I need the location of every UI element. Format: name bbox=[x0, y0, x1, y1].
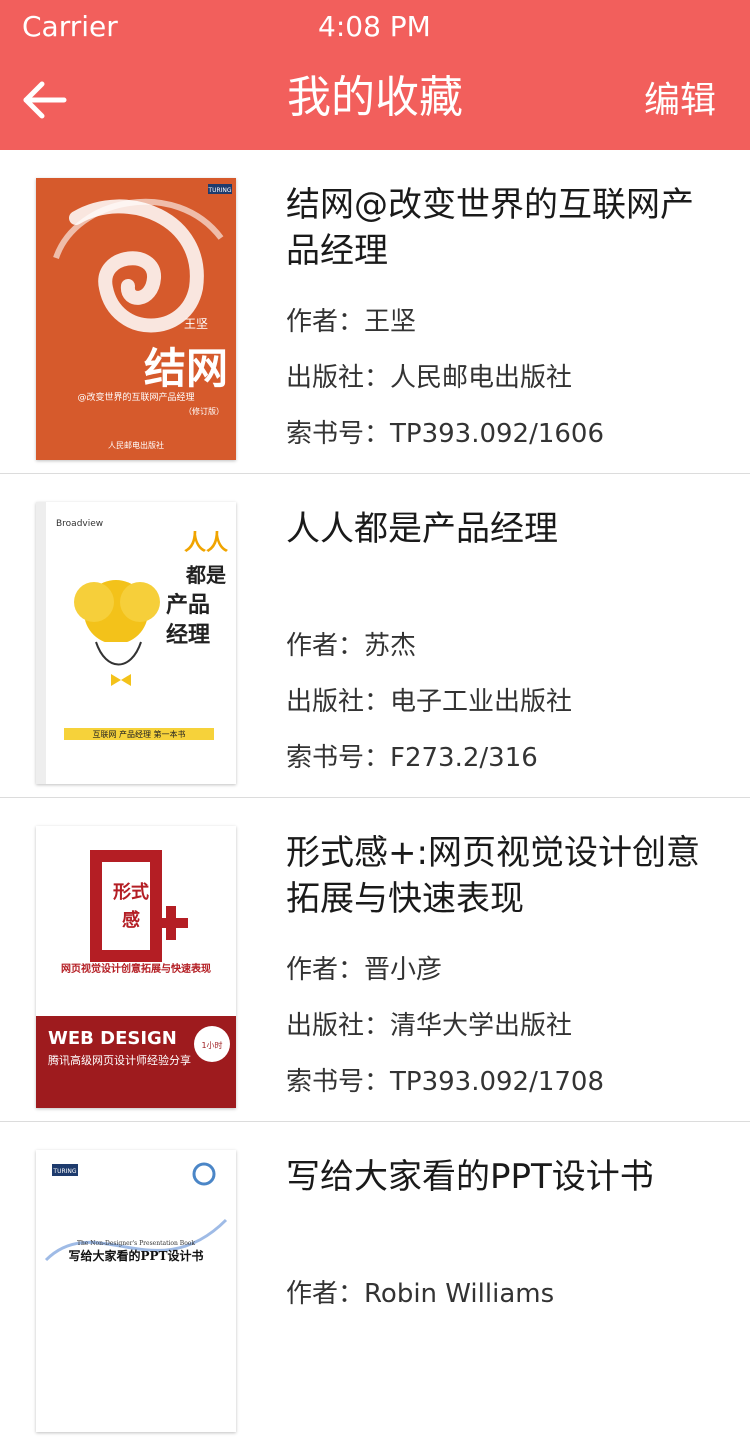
svg-text:产品: 产品 bbox=[166, 593, 210, 618]
status-time: 4:08 PM bbox=[318, 10, 431, 43]
cover-publisher-logo: Broadview bbox=[56, 519, 103, 529]
book-author: 作者：Robin Williams bbox=[286, 1279, 555, 1309]
book-publisher: 出版社：清华大学出版社 bbox=[286, 1011, 573, 1041]
book-cover[interactable]: Broadview 人人 都是 产品 经理 互联网 产品经理 第一本书 bbox=[36, 502, 236, 784]
cover-subtitle: @改变世界的互联网产品经理 bbox=[77, 391, 194, 403]
book-info: 人人都是产品经理 作者：苏杰 出版社：电子工业出版社 索书号：F273.2/31… bbox=[286, 506, 716, 786]
cover-english-title: The Non-Designer's Presentation Book bbox=[77, 1240, 195, 1247]
svg-text:人人: 人人 bbox=[184, 531, 228, 556]
cover-author: 王坚 bbox=[184, 317, 208, 331]
book-title: 结网@改变世界的互联网产品经理 bbox=[286, 185, 694, 271]
cover-publisher-logo: TURING bbox=[52, 1168, 76, 1175]
svg-text:形式: 形式 bbox=[113, 881, 149, 903]
book-cover[interactable]: 形式 感 网页视觉设计创意拓展与快速表现 WEB DESIGN 腾讯高级网页设计… bbox=[36, 826, 236, 1108]
book-call-number: 索书号：TP393.092/1708 bbox=[286, 1067, 605, 1097]
cover-web-design: WEB DESIGN bbox=[48, 1028, 177, 1049]
book-cover[interactable]: TURING The Non-Designer's Presentation B… bbox=[36, 1150, 236, 1432]
nav-bar: Carrier 4:08 PM 我的收藏 编辑 bbox=[0, 0, 750, 150]
book-publisher: 出版社：电子工业出版社 bbox=[286, 687, 573, 717]
book-call-number: 索书号：TP393.092/1606 bbox=[286, 419, 605, 449]
edit-button[interactable]: 编辑 bbox=[644, 76, 716, 126]
book-info: 写给大家看的PPT设计书 作者：Robin Williams bbox=[286, 1154, 716, 1322]
list-item[interactable]: 形式 感 网页视觉设计创意拓展与快速表现 WEB DESIGN 腾讯高级网页设计… bbox=[0, 798, 750, 1122]
cover-subtitle: 网页视觉设计创意拓展与快速表现 bbox=[61, 962, 211, 975]
status-bar: Carrier 4:08 PM bbox=[0, 6, 750, 46]
book-info: 形式感+:网页视觉设计创意拓展与快速表现 作者：晋小彦 出版社：清华大学出版社 … bbox=[286, 830, 716, 1110]
cover-edition: （修订版） bbox=[184, 406, 224, 416]
book-title: 人人都是产品经理 bbox=[286, 509, 558, 549]
book-cover[interactable]: TURING 王坚 结网 @改变世界的互联网产品经理 （修订版） 人民邮电出版社 bbox=[36, 178, 236, 460]
list-item[interactable]: TURING 王坚 结网 @改变世界的互联网产品经理 （修订版） 人民邮电出版社… bbox=[0, 150, 750, 474]
favorites-list: TURING 王坚 结网 @改变世界的互联网产品经理 （修订版） 人民邮电出版社… bbox=[0, 150, 750, 1446]
book-title: 写给大家看的PPT设计书 bbox=[286, 1157, 654, 1197]
cover-big-title: 结网 bbox=[144, 344, 228, 393]
book-info: 结网@改变世界的互联网产品经理 作者：王坚 出版社：人民邮电出版社 索书号：TP… bbox=[286, 182, 716, 462]
svg-text:感: 感 bbox=[122, 909, 140, 931]
page-title: 我的收藏 bbox=[287, 72, 463, 123]
list-item[interactable]: TURING The Non-Designer's Presentation B… bbox=[0, 1122, 750, 1446]
svg-text:1小时: 1小时 bbox=[201, 1040, 222, 1050]
svg-text:都是: 都是 bbox=[185, 563, 226, 587]
cover-web-sub: 腾讯高级网页设计师经验分享 bbox=[48, 1053, 191, 1067]
list-item[interactable]: Broadview 人人 都是 产品 经理 互联网 产品经理 第一本书 人人都是… bbox=[0, 474, 750, 798]
book-publisher: 出版社：人民邮电出版社 bbox=[286, 363, 573, 393]
book-author: 作者：晋小彦 bbox=[286, 955, 443, 985]
book-title: 形式感+:网页视觉设计创意拓展与快速表现 bbox=[286, 833, 700, 919]
carrier-label: Carrier bbox=[22, 10, 118, 43]
cover-press: 人民邮电出版社 bbox=[108, 440, 164, 450]
book-author: 作者：王坚 bbox=[286, 307, 417, 337]
book-call-number: 索书号：F273.2/316 bbox=[286, 743, 538, 773]
cover-big-title: 写给大家看的PPT设计书 bbox=[69, 1248, 204, 1263]
cover-publisher-logo: TURING bbox=[207, 187, 231, 194]
cover-tag: 互联网 产品经理 第一本书 bbox=[92, 729, 185, 739]
book-author: 作者：苏杰 bbox=[286, 631, 417, 661]
svg-text:经理: 经理 bbox=[166, 622, 210, 648]
